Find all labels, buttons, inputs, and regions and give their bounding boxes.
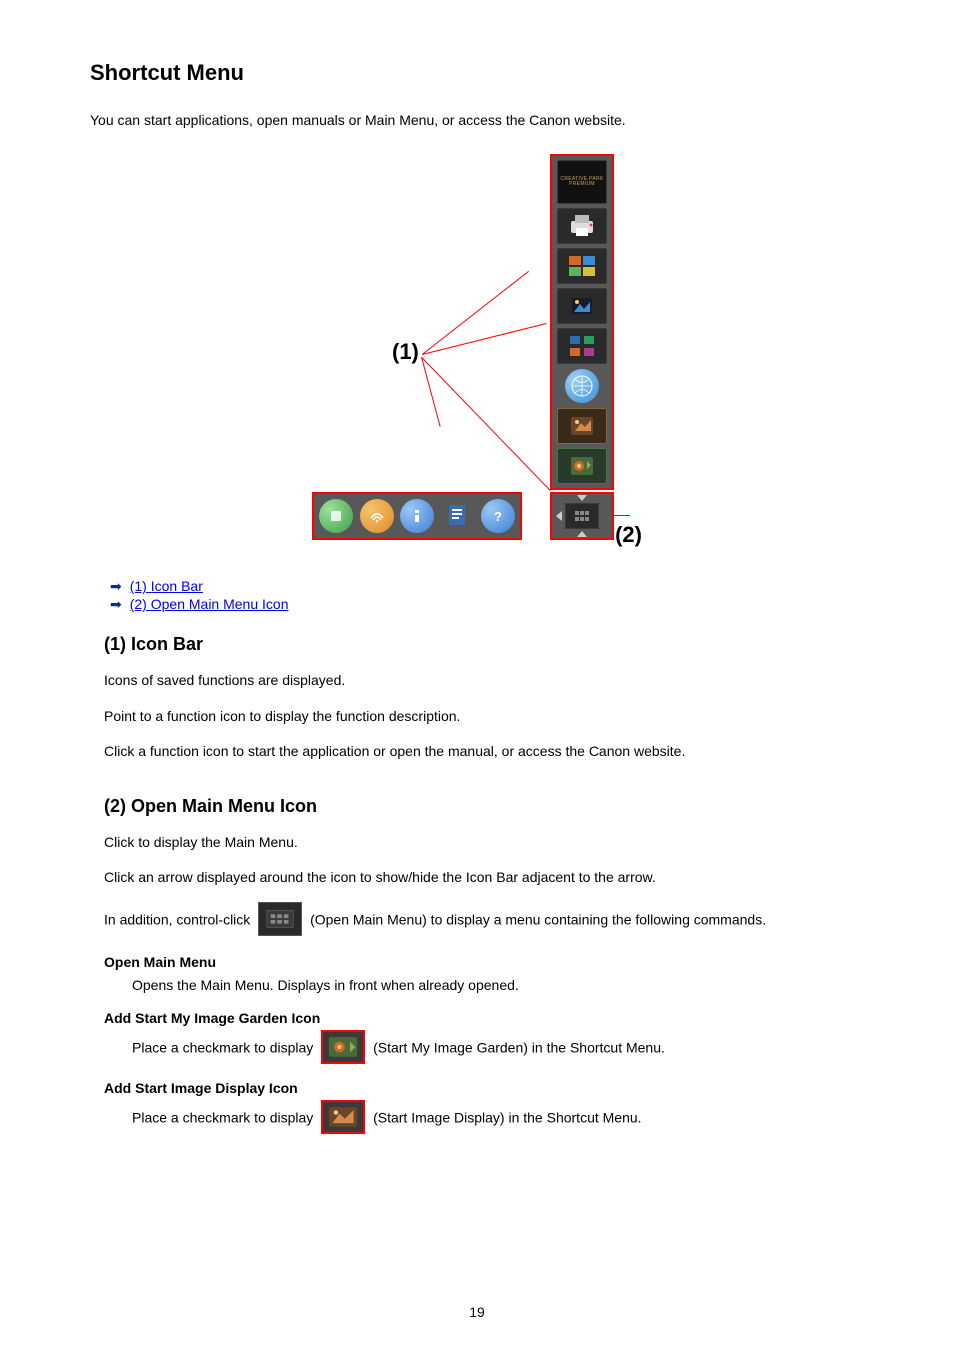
dt-open-main-menu: Open Main Menu (104, 954, 864, 970)
icon-bar-text-3: Click a function icon to start the appli… (104, 742, 864, 762)
dd-open-main-menu: Opens the Main Menu. Displays in front w… (132, 976, 864, 996)
icon-bar-text-1: Icons of saved functions are displayed. (104, 671, 864, 691)
main-menu-text-3b: (Open Main Menu) to display a menu conta… (310, 912, 766, 928)
main-menu-text-3a: In addition, control-click (104, 912, 254, 928)
intro-text: You can start applications, open manuals… (90, 112, 864, 128)
blue-info-icon[interactable] (399, 498, 435, 534)
icon-bar-text-2: Point to a function icon to display the … (104, 707, 864, 727)
arrow-right-icon: ➡ (110, 597, 122, 611)
start-image-display-inline-icon (321, 1100, 365, 1134)
dd-image-display-b: (Start Image Display) in the Shortcut Me… (373, 1109, 641, 1125)
callout-label-1: (1) (392, 339, 419, 365)
vertical-icon-bar: CREATIVE PARK PREMIUM (550, 154, 614, 490)
creative-park-premium-icon[interactable]: CREATIVE PARK PREMIUM (557, 160, 607, 204)
main-menu-text-3: In addition, control-click (Open Main Me… (104, 904, 864, 938)
dd-image-garden-b: (Start My Image Garden) in the Shortcut … (373, 1039, 665, 1055)
page-title: Shortcut Menu (90, 60, 864, 86)
landscape-photo-icon[interactable] (557, 288, 607, 324)
start-my-image-garden-inline-icon (321, 1030, 365, 1064)
open-main-menu-inline-icon (258, 902, 302, 936)
horizontal-icon-bar: ? (312, 492, 522, 540)
section-heading-icon-bar: (1) Icon Bar (104, 634, 864, 655)
section-nav-links: ➡ (1) Icon Bar ➡ (2) Open Main Menu Icon (110, 578, 864, 612)
arrow-up-icon[interactable] (577, 531, 587, 537)
svg-text:?: ? (494, 509, 502, 524)
globe-icon[interactable] (557, 368, 607, 404)
main-menu-grid-icon (565, 503, 599, 529)
green-app-icon[interactable] (318, 498, 354, 534)
dd-image-garden-a: Place a checkmark to display (132, 1039, 317, 1055)
page-number: 19 (0, 1304, 954, 1320)
arrow-left-icon[interactable] (556, 511, 562, 521)
photo-collage-icon[interactable] (557, 248, 607, 284)
main-menu-text-1: Click to display the Main Menu. (104, 833, 864, 853)
orange-wifi-icon[interactable] (359, 498, 395, 534)
start-image-display-icon[interactable] (557, 408, 607, 444)
main-menu-text-2: Click an arrow displayed around the icon… (104, 868, 864, 888)
dd-add-image-display: Place a checkmark to display (Start Imag… (132, 1102, 864, 1136)
dt-add-image-display: Add Start Image Display Icon (104, 1080, 864, 1096)
arrow-down-icon[interactable] (577, 495, 587, 501)
section-heading-open-main-menu: (2) Open Main Menu Icon (104, 796, 864, 817)
start-my-image-garden-icon[interactable] (557, 448, 607, 484)
link-icon-bar[interactable]: (1) Icon Bar (130, 578, 203, 594)
open-main-menu-icon[interactable] (550, 492, 614, 540)
callout-label-2: (2) (615, 522, 642, 548)
link-open-main-menu-icon[interactable]: (2) Open Main Menu Icon (130, 596, 289, 612)
shortcut-menu-figure: (1) (2) CREATIVE PARK PREMIUM (312, 154, 642, 554)
printer-icon[interactable] (557, 208, 607, 244)
figure-wrap: (1) (2) CREATIVE PARK PREMIUM (90, 154, 864, 554)
four-apps-icon[interactable] (557, 328, 607, 364)
dt-add-image-garden: Add Start My Image Garden Icon (104, 1010, 864, 1026)
document-icon[interactable] (439, 498, 475, 534)
arrow-right-icon: ➡ (110, 579, 122, 593)
help-icon[interactable]: ? (480, 498, 516, 534)
dd-image-display-a: Place a checkmark to display (132, 1109, 317, 1125)
dd-add-image-garden: Place a checkmark to display (Start My I… (132, 1032, 864, 1066)
